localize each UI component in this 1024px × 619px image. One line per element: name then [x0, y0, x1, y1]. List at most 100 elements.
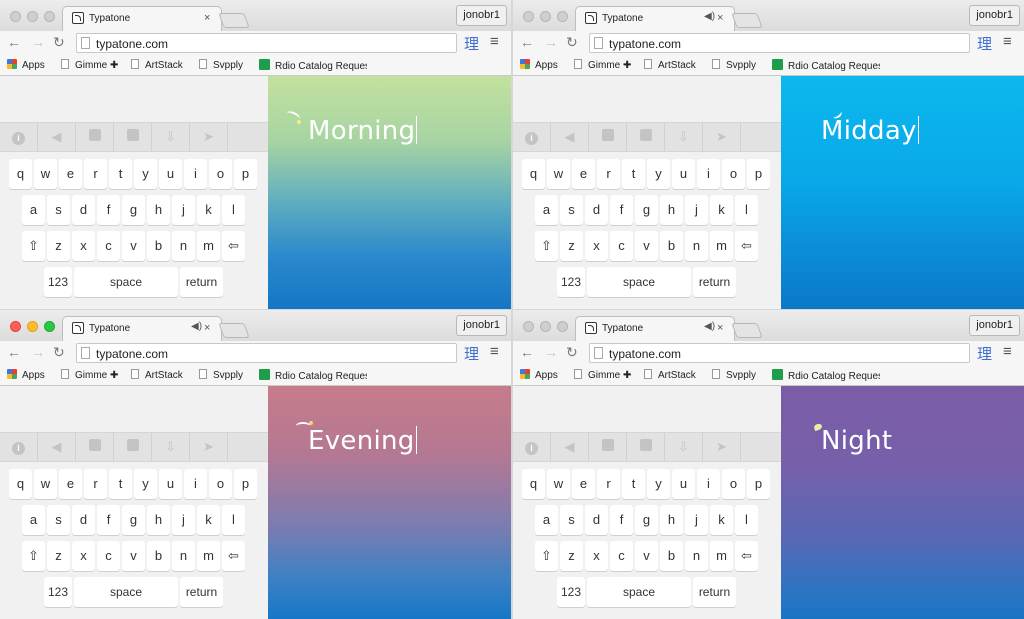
minimize-button[interactable] [27, 11, 38, 22]
bookmark-item[interactable]: Svpply [712, 59, 756, 71]
bookmark-item[interactable]: Apps [7, 59, 45, 71]
mute-button[interactable]: ◀ [38, 123, 76, 151]
key[interactable]: ⇧ [535, 231, 558, 261]
return-key[interactable]: return [180, 267, 223, 297]
forward-icon[interactable]: → [31, 34, 45, 50]
key[interactable]: u [672, 159, 695, 189]
key[interactable]: a [535, 505, 558, 535]
bookmark-item[interactable]: Rdio Catalog Reques [259, 369, 367, 382]
key[interactable]: p [747, 469, 770, 499]
key[interactable]: x [72, 231, 95, 261]
browser-tab[interactable]: Typatone◀)× [62, 316, 222, 341]
key[interactable]: ⇦ [735, 231, 758, 261]
zoom-button[interactable] [557, 11, 568, 22]
key[interactable]: j [685, 195, 708, 225]
numbers-key[interactable]: 123 [557, 577, 585, 607]
clipboard-button[interactable] [114, 123, 152, 151]
key[interactable]: b [660, 231, 683, 261]
minimize-button[interactable] [27, 321, 38, 332]
minimize-button[interactable] [540, 321, 551, 332]
key[interactable]: l [735, 505, 758, 535]
zoom-button[interactable] [557, 321, 568, 332]
key[interactable]: n [685, 541, 708, 571]
profile-button[interactable]: jonobr1 [969, 5, 1020, 26]
bookmark-item[interactable]: Apps [520, 369, 558, 381]
key[interactable]: g [635, 505, 658, 535]
key[interactable]: a [535, 195, 558, 225]
return-key[interactable]: return [693, 577, 736, 607]
profile-button[interactable]: jonobr1 [456, 5, 507, 26]
key[interactable]: e [572, 469, 595, 499]
back-icon[interactable]: ← [520, 34, 534, 50]
key[interactable]: w [34, 469, 57, 499]
key[interactable]: m [197, 231, 220, 261]
browser-tab[interactable]: Typatone◀)× [575, 6, 735, 31]
mute-button[interactable]: ◀ [551, 433, 589, 461]
bookmark-item[interactable]: ArtStack [644, 369, 696, 381]
key[interactable]: c [97, 541, 120, 571]
browser-tab[interactable]: Typatone◀)× [62, 6, 222, 31]
key[interactable]: u [672, 469, 695, 499]
close-button[interactable] [10, 11, 21, 22]
key[interactable]: r [597, 469, 620, 499]
new-tab-button[interactable] [731, 323, 763, 338]
bookmark-item[interactable]: Rdio Catalog Reques [259, 59, 367, 72]
reload-icon[interactable]: ↻ [53, 34, 65, 50]
key[interactable]: z [47, 541, 70, 571]
extension-icon[interactable]: 理 [977, 33, 992, 54]
menu-icon[interactable]: ≡ [1003, 33, 1012, 50]
key[interactable]: c [610, 231, 633, 261]
profile-button[interactable]: jonobr1 [456, 315, 507, 336]
key[interactable]: f [610, 195, 633, 225]
numbers-key[interactable]: 123 [44, 577, 72, 607]
key[interactable]: o [722, 469, 745, 499]
zoom-button[interactable] [44, 321, 55, 332]
bookmark-item[interactable]: ArtStack [131, 59, 183, 71]
key[interactable]: g [122, 505, 145, 535]
key[interactable]: i [184, 159, 207, 189]
send-button[interactable]: ➤ [190, 433, 228, 461]
key[interactable]: b [147, 541, 170, 571]
menu-icon[interactable]: ≡ [490, 33, 499, 50]
key[interactable]: v [122, 231, 145, 261]
key[interactable]: j [172, 505, 195, 535]
key[interactable]: w [547, 159, 570, 189]
clipboard-button[interactable] [114, 433, 152, 461]
key[interactable]: ⇧ [22, 231, 45, 261]
key[interactable]: v [122, 541, 145, 571]
key[interactable]: h [660, 505, 683, 535]
key[interactable]: j [685, 505, 708, 535]
extension-icon[interactable]: 理 [464, 343, 479, 364]
key[interactable]: d [585, 195, 608, 225]
screenshot-button[interactable] [76, 123, 114, 151]
zoom-button[interactable] [44, 11, 55, 22]
key[interactable]: y [134, 159, 157, 189]
key[interactable]: s [560, 195, 583, 225]
bookmark-item[interactable]: Gimme ✚ [574, 59, 631, 71]
key[interactable]: s [47, 505, 70, 535]
bookmark-item[interactable]: Svpply [199, 369, 243, 381]
key[interactable]: n [685, 231, 708, 261]
key[interactable]: g [122, 195, 145, 225]
space-key[interactable]: space [587, 267, 691, 297]
bookmark-item[interactable]: ArtStack [131, 369, 183, 381]
return-key[interactable]: return [180, 577, 223, 607]
key[interactable]: e [572, 159, 595, 189]
key[interactable]: y [647, 469, 670, 499]
key[interactable]: k [710, 505, 733, 535]
key[interactable]: w [34, 159, 57, 189]
key[interactable]: r [84, 159, 107, 189]
key[interactable]: o [209, 469, 232, 499]
key[interactable]: u [159, 159, 182, 189]
key[interactable]: c [610, 541, 633, 571]
key[interactable]: b [147, 231, 170, 261]
info-button[interactable]: i [0, 433, 38, 461]
info-button[interactable]: i [513, 433, 551, 461]
clipboard-button[interactable] [627, 123, 665, 151]
key[interactable]: w [547, 469, 570, 499]
key[interactable]: e [59, 159, 82, 189]
key[interactable]: m [197, 541, 220, 571]
bookmark-item[interactable]: Gimme ✚ [61, 59, 118, 71]
key[interactable]: y [134, 469, 157, 499]
key[interactable]: a [22, 505, 45, 535]
